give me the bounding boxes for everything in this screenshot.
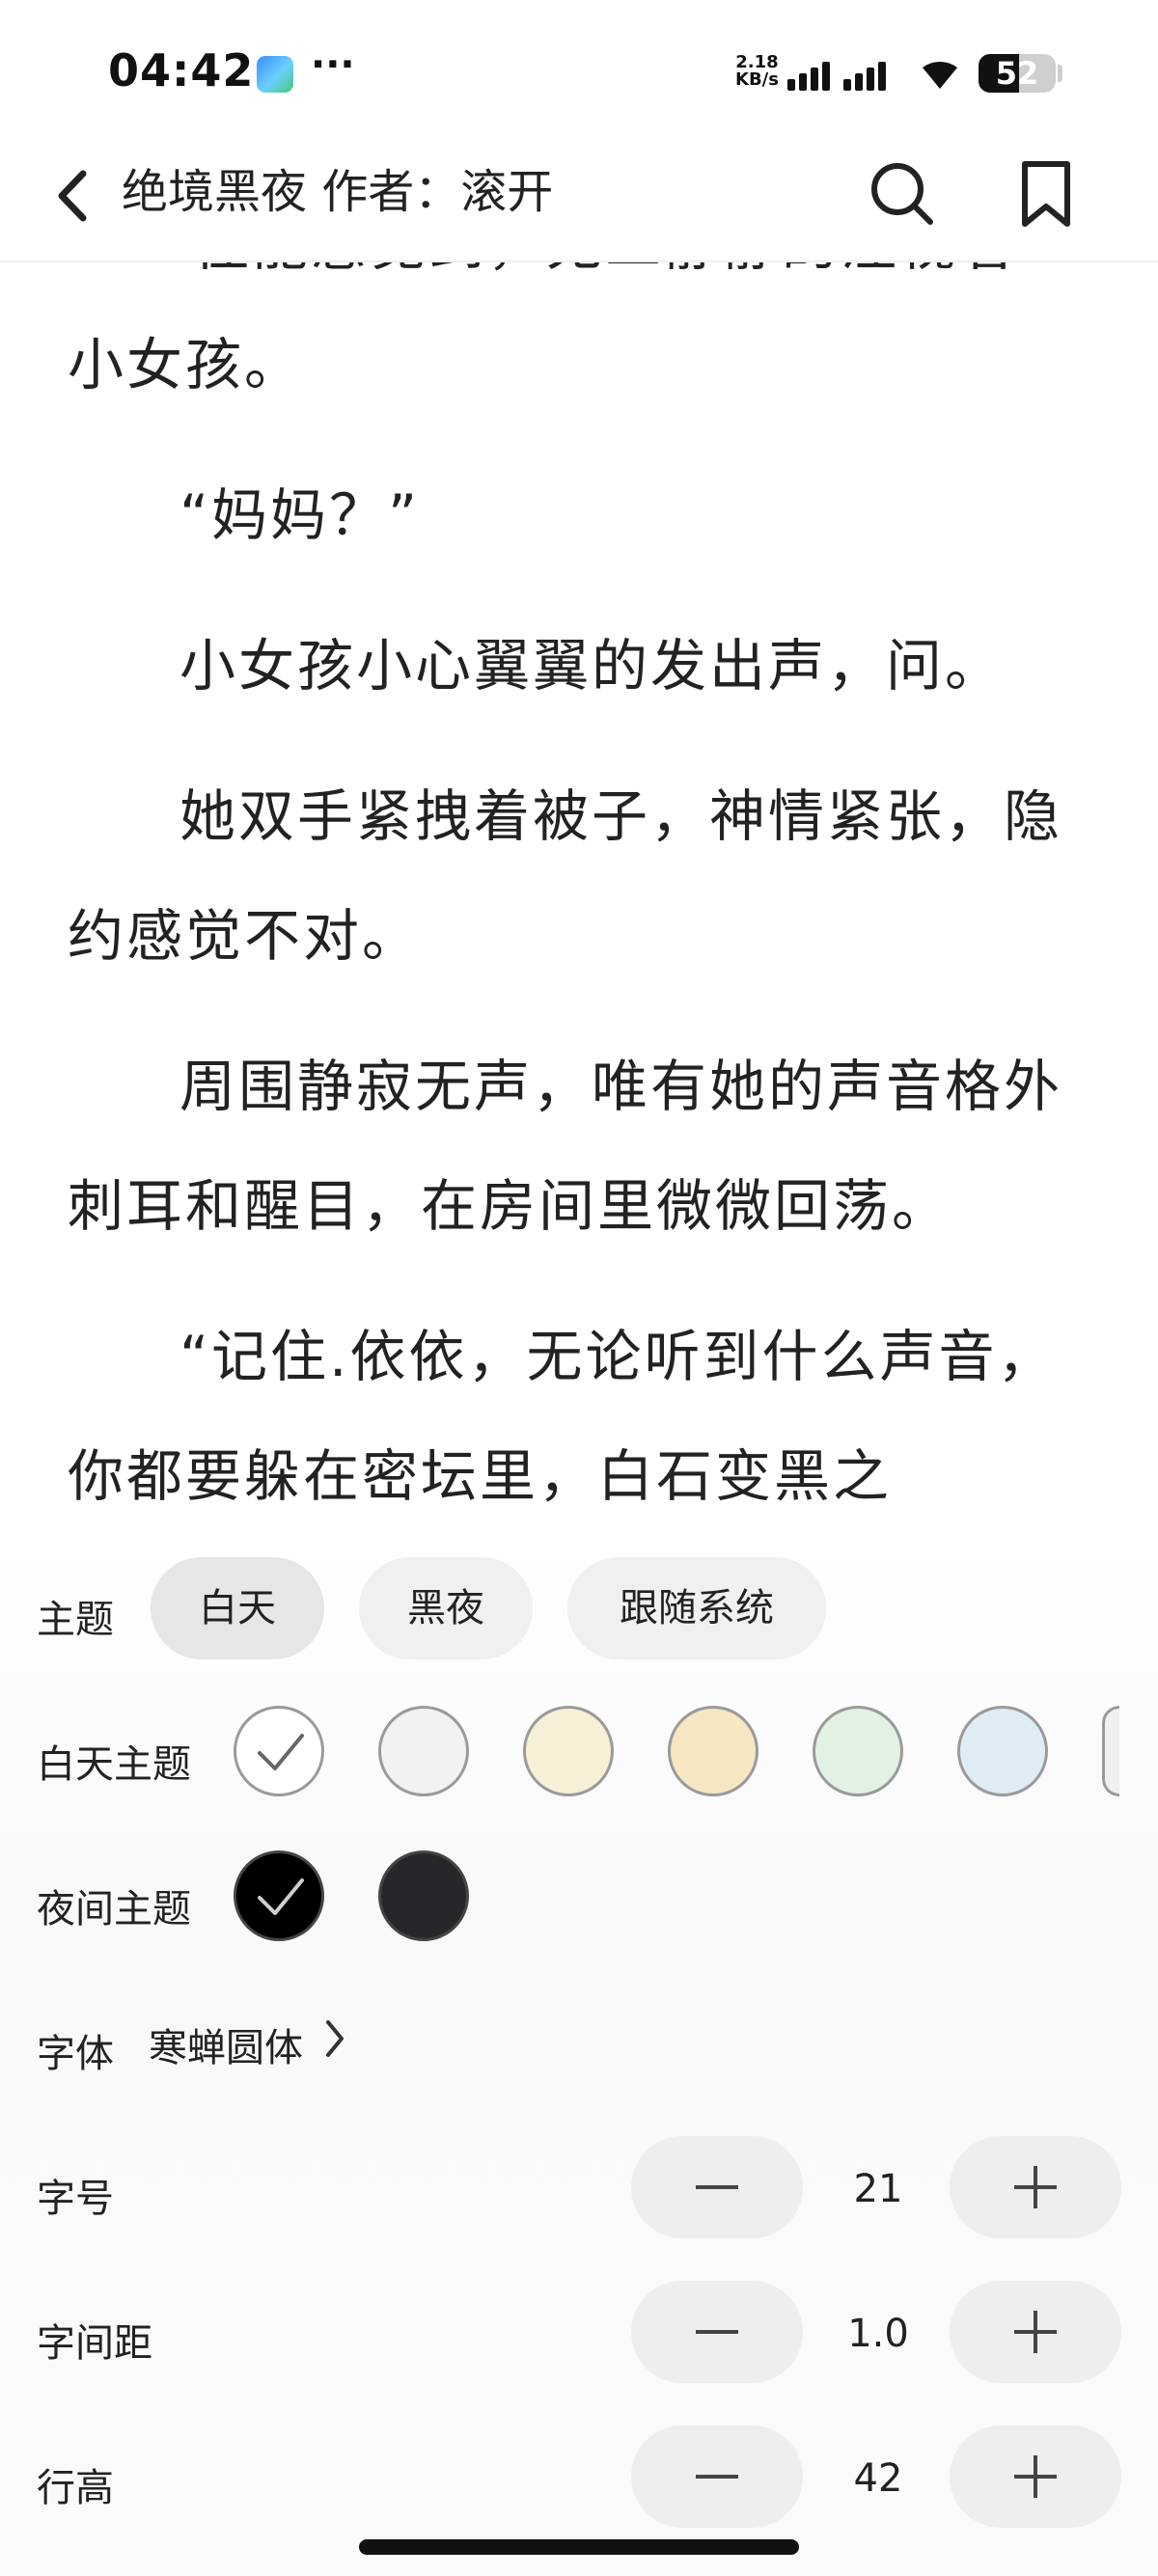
paragraph: 她双手紧拽着被子，神情紧张，隐约感觉不对。 bbox=[68, 783, 1063, 969]
book-title: 绝境黑夜 作者：滚开 bbox=[122, 165, 554, 219]
paragraph: 小女孩小心翼翼的发出声，问。 bbox=[179, 633, 1005, 699]
reading-settings-panel: 主题 白天 黑夜 跟随系统 白天主题 夜间主题 字体 寒蝉圆体 字号 21 字间… bbox=[0, 1544, 1158, 2576]
day-theme-swatch[interactable] bbox=[957, 1706, 1048, 1796]
letter-spacing-label: 字间距 bbox=[37, 2321, 152, 2366]
paragraph: 周围静寂无声，唯有她的声音格外刺耳和醒目，在房间里微微回荡。 bbox=[68, 1054, 1063, 1239]
chapter-content: 往能感觉到，无二静静的注视着 小女孩。 “妈妈？” 小女孩小心翼翼的发出声，问。… bbox=[68, 262, 1100, 1546]
day-theme-label: 白天主题 bbox=[37, 1742, 191, 1787]
day-theme-swatch[interactable] bbox=[523, 1706, 614, 1796]
day-theme-swatch[interactable] bbox=[378, 1706, 469, 1796]
theme-option-system[interactable]: 跟随系统 bbox=[567, 1557, 826, 1659]
check-icon bbox=[258, 1734, 304, 1770]
font-selector[interactable]: 寒蝉圆体 bbox=[149, 2016, 303, 2072]
battery-icon: 52 bbox=[979, 54, 1056, 93]
line-height-decrease-button[interactable] bbox=[631, 2425, 803, 2528]
status-bar: 04:42 ··· 2.18 KB/s 52 bbox=[0, 0, 1158, 145]
network-speed-unit: KB/s bbox=[735, 69, 779, 90]
minus-icon bbox=[696, 2185, 738, 2189]
plus-icon bbox=[1014, 2455, 1057, 2498]
plus-icon bbox=[1014, 2311, 1057, 2353]
font-label: 字体 bbox=[37, 2032, 114, 2076]
search-icon[interactable] bbox=[867, 158, 936, 228]
status-time: 04:42 bbox=[108, 44, 255, 96]
letter-spacing-value: 1.0 bbox=[847, 2312, 909, 2356]
more-notifications-icon: ··· bbox=[311, 42, 355, 87]
network-speed: 2.18 KB/s bbox=[735, 54, 779, 89]
line-height-value: 42 bbox=[853, 2456, 903, 2501]
line-height-increase-button[interactable] bbox=[950, 2425, 1121, 2528]
paragraph: 小女孩。 bbox=[68, 332, 304, 397]
paragraph: “记住.依依，无论听到什么声音，你都要躲在密坛里，白石变黑之 bbox=[68, 1324, 1057, 1509]
day-theme-swatch[interactable] bbox=[234, 1706, 324, 1796]
wifi-icon bbox=[923, 62, 957, 89]
home-indicator[interactable] bbox=[359, 2539, 799, 2555]
theme-option-day[interactable]: 白天 bbox=[151, 1557, 324, 1659]
font-size-value: 21 bbox=[853, 2167, 903, 2211]
font-size-label: 字号 bbox=[37, 2177, 114, 2221]
day-theme-swatch[interactable] bbox=[668, 1706, 758, 1796]
back-icon[interactable] bbox=[46, 162, 104, 230]
bookmark-icon[interactable] bbox=[1015, 158, 1077, 230]
day-theme-swatch[interactable] bbox=[1102, 1706, 1119, 1796]
font-size-decrease-button[interactable] bbox=[631, 2136, 803, 2238]
day-theme-swatch[interactable] bbox=[813, 1706, 903, 1796]
letter-spacing-decrease-button[interactable] bbox=[631, 2281, 803, 2383]
battery-level: 52 bbox=[995, 55, 1039, 92]
partial-line: 往能感觉到，无二静静的注视着 bbox=[193, 262, 1017, 305]
line-height-label: 行高 bbox=[37, 2466, 114, 2510]
font-size-increase-button[interactable] bbox=[950, 2136, 1121, 2238]
letter-spacing-increase-button[interactable] bbox=[950, 2281, 1121, 2383]
minus-icon bbox=[696, 2330, 738, 2334]
app-notification-icon bbox=[257, 56, 293, 93]
night-theme-swatch[interactable] bbox=[234, 1850, 324, 1941]
plus-icon bbox=[1014, 2166, 1057, 2208]
theme-label: 主题 bbox=[37, 1598, 114, 1642]
cellular-signal-icon bbox=[787, 56, 886, 91]
chevron-right-icon[interactable] bbox=[322, 2016, 347, 2061]
reader-header: 绝境黑夜 作者：滚开 bbox=[0, 145, 1158, 262]
night-theme-label: 夜间主题 bbox=[37, 1887, 191, 1932]
night-theme-swatch[interactable] bbox=[378, 1850, 469, 1941]
theme-option-night[interactable]: 黑夜 bbox=[359, 1557, 533, 1659]
paragraph: “妈妈？” bbox=[179, 482, 421, 548]
check-icon bbox=[258, 1878, 304, 1915]
minus-icon bbox=[696, 2475, 738, 2479]
